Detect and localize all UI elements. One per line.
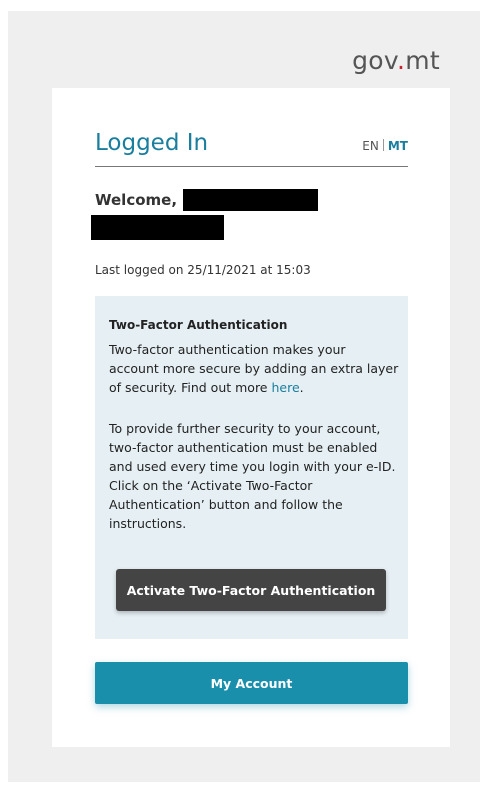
redacted-name-box (91, 215, 224, 240)
page-title: Logged In (95, 130, 209, 156)
lang-mt-link[interactable]: MT (388, 139, 408, 153)
two-factor-intro-text: Two-factor authentication makes your acc… (109, 342, 399, 395)
last-logged-text: Last logged on 25/11/2021 at 15:03 (95, 263, 311, 277)
two-factor-intro-end: . (299, 380, 304, 395)
logo-text-mt: mt (405, 46, 440, 75)
redacted-name-box (183, 189, 318, 211)
two-factor-panel: Two-Factor Authentication Two-factor aut… (95, 296, 408, 639)
language-switcher: EN MT (362, 139, 408, 153)
logo-text-gov: gov (352, 46, 397, 75)
lang-en-link[interactable]: EN (362, 139, 379, 153)
logo-dot: . (396, 46, 406, 75)
my-account-button[interactable]: My Account (95, 662, 408, 704)
gov-mt-logo: gov.mt (352, 46, 440, 75)
two-factor-instructions: To provide further security to your acco… (109, 421, 396, 531)
activate-two-factor-button[interactable]: Activate Two-Factor Authentication (116, 569, 386, 611)
lang-divider (382, 139, 384, 151)
two-factor-title: Two-Factor Authentication (109, 318, 288, 332)
header-divider (95, 166, 408, 167)
find-out-more-link[interactable]: here (271, 380, 299, 395)
two-factor-intro: Two-factor authentication makes your acc… (109, 340, 399, 397)
welcome-label: Welcome, (95, 191, 178, 209)
